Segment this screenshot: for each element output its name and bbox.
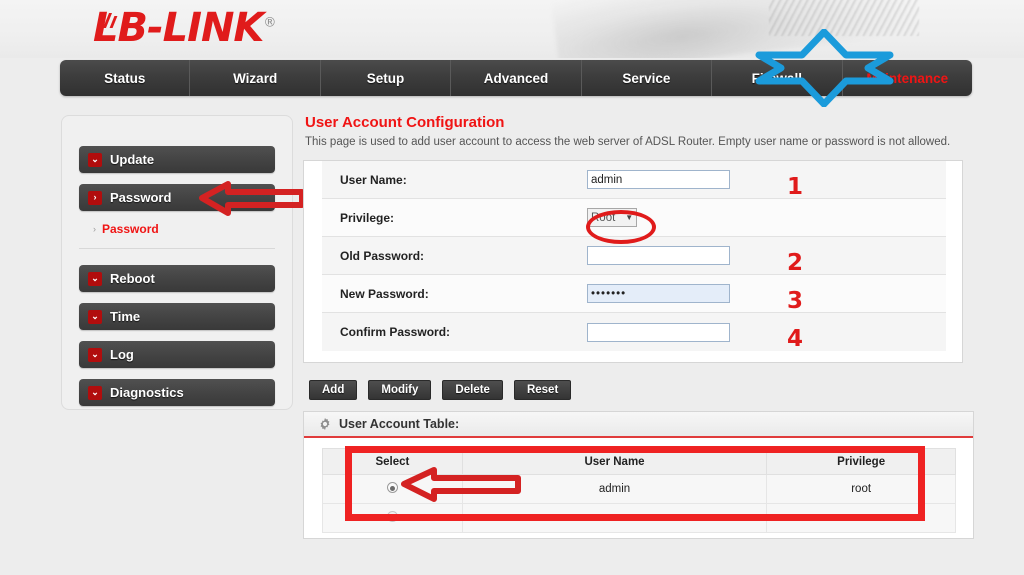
sidebar-item-label: Reboot	[110, 271, 155, 286]
reset-button[interactable]: Reset	[513, 380, 572, 400]
sidebar-item-label: Time	[110, 309, 141, 324]
table-cell-username	[461, 503, 768, 533]
page-title: User Account Configuration	[305, 114, 505, 131]
chevron-right-icon: ›	[88, 190, 102, 205]
new-password-input[interactable]	[587, 284, 730, 303]
table-cell-select[interactable]	[322, 474, 463, 504]
form-row-confirm-password: Confirm Password:	[322, 313, 946, 351]
annotation-number-2: 2	[787, 250, 804, 276]
table-row	[322, 503, 956, 533]
form-action-buttons: Add Modify Delete Reset	[309, 380, 572, 400]
sidebar-item-diagnostics[interactable]: ⌄ Diagnostics	[79, 379, 275, 406]
form-row-old-password: Old Password:	[322, 237, 946, 275]
brand-logo: LB-LINK®	[93, 5, 276, 51]
chevron-right-small-icon: ›	[93, 224, 96, 234]
registered-mark: ®	[263, 15, 276, 31]
sidebar-item-label: Log	[110, 347, 134, 362]
delete-button[interactable]: Delete	[442, 380, 503, 400]
sidebar-item-time[interactable]: ⌄ Time	[79, 303, 275, 330]
chevron-down-icon: ▼	[625, 213, 634, 222]
nav-item-maintenance[interactable]: Maintenance	[843, 60, 972, 96]
column-header-username: User Name	[461, 448, 768, 475]
nav-item-service[interactable]: Service	[582, 60, 713, 96]
header-texture-lines	[769, 0, 919, 36]
column-header-privilege: Privilege	[766, 448, 956, 475]
form-label-old-password: Old Password:	[340, 248, 425, 263]
annotation-number-4: 4	[787, 326, 804, 352]
nav-item-status[interactable]: Status	[60, 60, 191, 96]
sidebar-subitem-password[interactable]: › Password	[93, 222, 292, 236]
page-header: LB-LINK®	[0, 0, 1024, 58]
annotation-number-1: 1	[787, 174, 804, 200]
table-header-row: Select User Name Privilege	[322, 448, 956, 475]
user-account-table-panel: User Account Table: Select User Name Pri…	[303, 411, 974, 539]
sidebar-group-top: ⌄ Update › Password › Password	[62, 116, 292, 249]
chevron-down-icon: ⌄	[88, 385, 102, 400]
user-account-table-title: User Account Table:	[339, 417, 460, 431]
form-label-username: User Name:	[340, 172, 407, 187]
sidebar-item-label: Diagnostics	[110, 385, 184, 400]
annotation-number-3: 3	[787, 288, 804, 314]
sidebar-item-label: Password	[110, 190, 172, 205]
row-radio-unselected[interactable]	[386, 511, 398, 522]
sidebar-subitem-label: Password	[102, 222, 159, 236]
table-cell-privilege: root	[766, 474, 956, 504]
sidebar-item-update[interactable]: ⌄ Update	[79, 146, 275, 173]
sidebar-item-label: Update	[110, 152, 155, 167]
chevron-down-icon: ⌄	[88, 271, 102, 286]
table-row: admin root	[322, 474, 956, 504]
form-row-new-password: New Password:	[322, 275, 946, 313]
nav-item-setup[interactable]: Setup	[321, 60, 452, 96]
page-description: This page is used to add user account to…	[305, 136, 951, 148]
table-cell-privilege	[766, 503, 956, 533]
privilege-select[interactable]: Root ▼	[587, 208, 638, 227]
form-row-username: User Name:	[322, 161, 946, 199]
chevron-down-icon: ⌄	[88, 347, 102, 362]
form-label-privilege: Privilege:	[340, 210, 395, 225]
sidebar-group-bottom: ⌄ Reboot ⌄ Time ⌄ Log ⌄ Diagnostics	[62, 249, 292, 406]
form-label-confirm-password: Confirm Password:	[340, 325, 451, 339]
chevron-down-icon: ⌄	[88, 309, 102, 324]
page-bottom-strip	[0, 545, 1024, 575]
user-account-table: Select User Name Privilege admin root	[322, 448, 956, 533]
table-cell-username: admin	[461, 474, 768, 504]
privilege-select-value: Root	[591, 211, 616, 224]
sidebar-item-password[interactable]: › Password	[79, 184, 275, 211]
old-password-input[interactable]	[587, 246, 730, 265]
confirm-password-input[interactable]	[587, 322, 730, 342]
user-account-form-panel: User Name: Privilege: Root ▼ Old Passwor…	[303, 160, 963, 363]
table-cell-select[interactable]	[322, 503, 463, 533]
form-label-new-password: New Password:	[340, 286, 429, 301]
brand-logo-text: LB-LINK	[93, 5, 264, 51]
modify-button[interactable]: Modify	[368, 380, 432, 400]
sidebar-item-reboot[interactable]: ⌄ Reboot	[79, 265, 275, 292]
user-account-table-header: User Account Table:	[304, 412, 973, 438]
chevron-down-icon: ⌄	[88, 152, 102, 167]
column-header-select: Select	[322, 448, 463, 475]
sidebar-item-log[interactable]: ⌄ Log	[79, 341, 275, 368]
row-radio-selected[interactable]	[386, 482, 398, 493]
username-input[interactable]	[587, 170, 730, 189]
nav-item-wizard[interactable]: Wizard	[190, 60, 321, 96]
add-button[interactable]: Add	[309, 380, 358, 400]
nav-item-advanced[interactable]: Advanced	[451, 60, 582, 96]
form-row-privilege: Privilege: Root ▼	[322, 199, 946, 237]
gear-icon	[318, 417, 332, 431]
main-navigation: Status Wizard Setup Advanced Service Fir…	[60, 60, 972, 96]
nav-item-firewall[interactable]: Firewall	[712, 60, 843, 96]
sidebar-menu: ⌄ Update › Password › Password ⌄ Reboot …	[61, 115, 293, 410]
